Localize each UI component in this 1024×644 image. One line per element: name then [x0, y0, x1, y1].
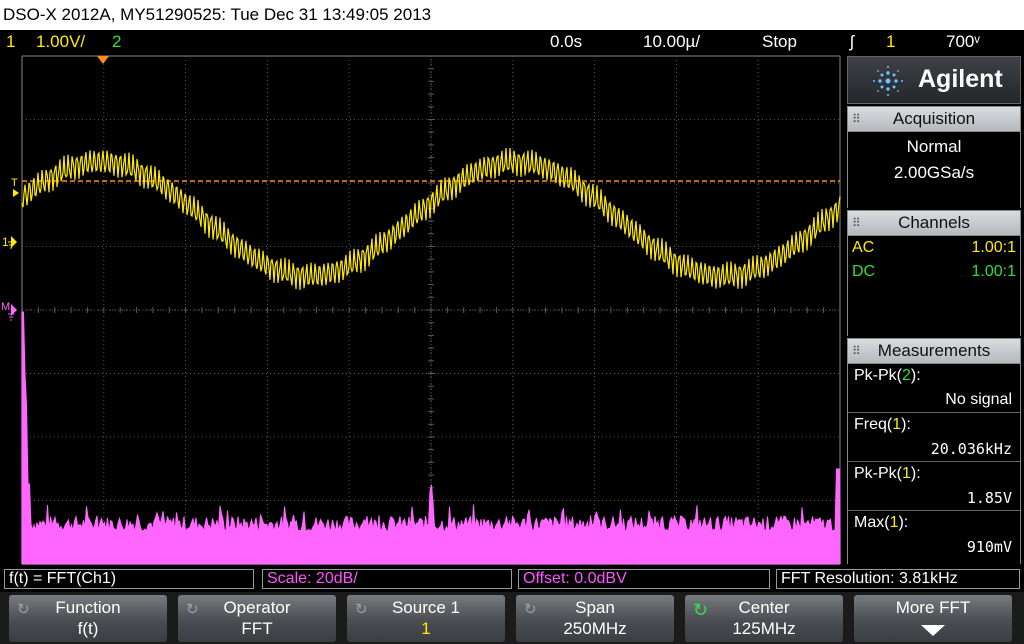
source1-softkey[interactable]: ↻ Source 1 1	[347, 595, 505, 642]
measurements-panel[interactable]: ⠿ Measurements Pk-Pk(2): No signal Freq(1…	[847, 338, 1021, 564]
ch1-probe: 1.00:1	[971, 239, 1016, 256]
drag-grip-icon[interactable]: ⠿	[852, 107, 862, 131]
ch2-probe: 1.00:1	[971, 263, 1016, 280]
measurements-header: Measurements	[877, 341, 991, 360]
measurement-label: Max(1):	[854, 514, 909, 531]
offset-readout[interactable]: Offset: 0.0dBV	[518, 569, 770, 589]
drag-grip-icon[interactable]: ⠿	[852, 339, 862, 363]
math-info-bar: f(t) = FFT(Ch1) Scale: 20dB/ Offset: 0.0…	[0, 566, 1024, 592]
status-bar: 1 1.00V/ 2 0.0s 10.00µ/ Stop ʃ 1 700ᵛ	[0, 30, 1024, 54]
measurement-label: Pk-Pk(2):	[854, 367, 921, 384]
acquisition-mode: Normal	[906, 137, 962, 156]
side-panel: Agilent ⠿ Acquisition Normal 2.00GSa/s ⠿ C…	[845, 54, 1024, 566]
softkey-label: Operator	[223, 598, 291, 617]
center-softkey[interactable]: ↻ Center 125MHz	[685, 595, 843, 642]
measurement-label: Freq(1):	[854, 416, 911, 433]
span-softkey[interactable]: ↻ Span 250MHz	[516, 595, 674, 642]
softkey-value: 1	[421, 619, 431, 638]
scope-display[interactable]: T 1 M	[0, 54, 845, 566]
softkey-value: FFT	[241, 619, 273, 638]
time-scale[interactable]: 10.00µ/	[643, 30, 700, 54]
measurement-value: 20.036kHz	[930, 440, 1012, 458]
ch1-ground-label: 1	[2, 235, 9, 249]
softkey-value: 250MHz	[563, 619, 627, 638]
channel-row-1: AC 1.00:1	[848, 236, 1020, 260]
scale-readout[interactable]: Scale: 20dB/	[262, 569, 512, 589]
softkey-value: f(t)	[77, 619, 99, 638]
brand-name: Agilent	[918, 65, 1003, 93]
arrow-down-icon	[921, 625, 945, 636]
more-fft-softkey[interactable]: More FFT	[854, 595, 1012, 642]
softkey-value: 125MHz	[732, 619, 796, 638]
ch2-number[interactable]: 2	[112, 30, 121, 54]
acquisition-panel[interactable]: ⠿ Acquisition Normal 2.00GSa/s	[847, 106, 1021, 208]
ch1-number[interactable]: 1	[6, 30, 15, 54]
function-softkey[interactable]: ↻ Function f(t)	[9, 595, 167, 642]
measurement-value: No signal	[945, 391, 1012, 408]
measurement-label: Pk-Pk(1):	[854, 465, 921, 482]
softkey-label: Function	[55, 598, 121, 617]
trigger-level[interactable]: 700ᵛ	[946, 30, 980, 54]
channels-panel[interactable]: ⠿ Channels AC 1.00:1 DC 1.00:1	[847, 210, 1021, 336]
trigger-source[interactable]: 1	[886, 30, 895, 54]
title-bar: DSO-X 2012A, MY51290525: Tue Dec 31 13:4…	[0, 0, 1024, 30]
softkey-label: More FFT	[895, 598, 971, 617]
operator-softkey[interactable]: ↻ Operator FFT	[178, 595, 336, 642]
brand-bar: Agilent	[847, 56, 1021, 104]
window-title: DSO-X 2012A, MY51290525: Tue Dec 31 13:4…	[3, 5, 432, 24]
softkey-bar: ↻ Function f(t) ↻ Operator FFT ↻ Source …	[0, 592, 1024, 644]
drag-grip-icon[interactable]: ⠿	[852, 211, 862, 235]
ch2-coupling: DC	[852, 263, 876, 280]
acquisition-header: Acquisition	[892, 109, 976, 128]
trigger-marker-label: T	[11, 177, 18, 189]
function-readout[interactable]: f(t) = FFT(Ch1)	[4, 569, 254, 589]
ch1-coupling: AC	[852, 239, 875, 256]
softkey-label: Source 1	[391, 598, 461, 617]
math-ground-label: M	[1, 301, 10, 313]
softkey-label: Center	[738, 598, 790, 617]
measurement-value: 1.85V	[966, 489, 1012, 507]
time-delay[interactable]: 0.0s	[550, 30, 582, 54]
run-state[interactable]: Stop	[762, 30, 797, 54]
acquisition-rate: 2.00GSa/s	[893, 163, 975, 182]
measurement-value: 910mV	[966, 538, 1012, 556]
softkey-label: Span	[575, 598, 615, 617]
channel-row-2: DC 1.00:1	[848, 260, 1020, 284]
agilent-spark-icon	[873, 66, 903, 96]
fft-resolution-readout: FFT Resolution: 3.81kHz	[776, 569, 1020, 589]
channels-header: Channels	[898, 213, 970, 232]
ch1-scale[interactable]: 1.00V/	[36, 30, 85, 54]
trigger-edge-icon: ʃ	[850, 32, 854, 51]
